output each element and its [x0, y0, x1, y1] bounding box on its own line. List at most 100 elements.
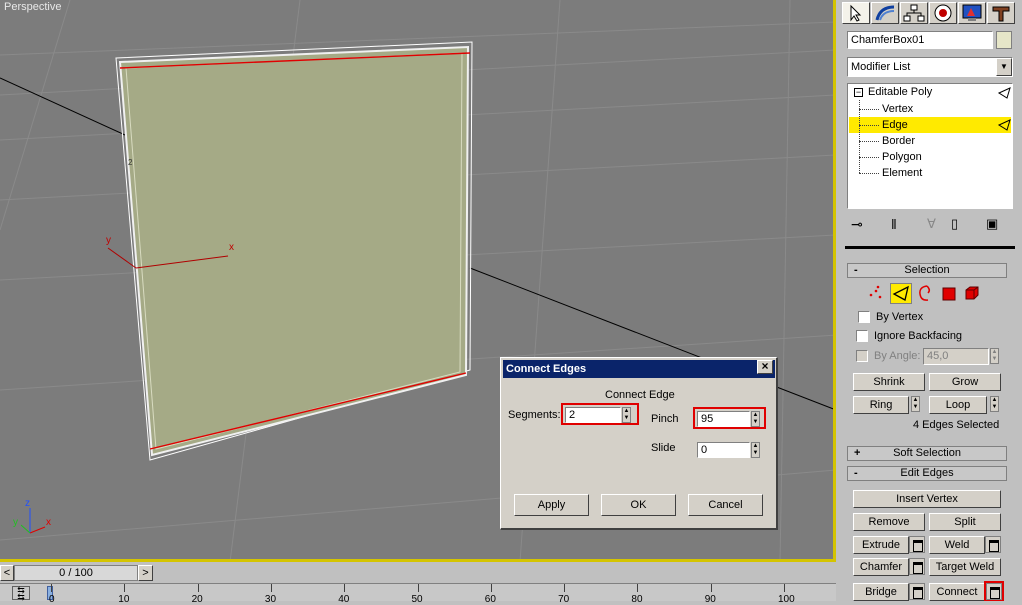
weld-settings-icon[interactable]: [985, 536, 1001, 553]
modifier-stack: − Editable Poly Vertex Edge Border Polygon El…: [847, 83, 1013, 209]
make-unique-icon[interactable]: ∀: [927, 216, 936, 232]
selection-rollout-header[interactable]: - Selection: [847, 263, 1007, 278]
tree-line: [859, 109, 879, 110]
pinch-label: Pinch: [651, 413, 679, 425]
edge-mode-icon[interactable]: [890, 283, 912, 304]
pin-stack-icon[interactable]: ⊸: [851, 216, 863, 233]
connect-button[interactable]: Connect: [929, 583, 985, 601]
create-tab-icon[interactable]: [842, 2, 870, 24]
by-angle-label: By Angle:: [874, 350, 921, 362]
segments-input[interactable]: 2: [565, 407, 621, 423]
slide-input[interactable]: 0: [697, 442, 750, 458]
polygon-mode-icon[interactable]: [940, 285, 958, 303]
grow-button[interactable]: Grow: [929, 373, 1001, 391]
timeline-tick-label: 10: [118, 594, 130, 605]
chevron-down-icon[interactable]: ▼: [996, 58, 1012, 76]
tree-line: [859, 157, 879, 158]
ring-button[interactable]: Ring: [853, 396, 909, 414]
timeline-tick-mark: [344, 584, 346, 592]
gizmo-x-label: x: [229, 242, 234, 253]
by-angle-checkbox[interactable]: [856, 350, 868, 362]
collapse-icon[interactable]: −: [854, 88, 863, 97]
shrink-button[interactable]: Shrink: [853, 373, 925, 391]
connect-edge-group-label: Connect Edge: [605, 389, 675, 401]
by-vertex-checkbox[interactable]: [858, 311, 870, 323]
modify-tab-icon[interactable]: [871, 2, 899, 24]
pinch-input[interactable]: 95: [697, 411, 750, 427]
stack-root-label: Editable Poly: [868, 86, 933, 98]
timeline-tick-mark: [417, 584, 419, 592]
by-vertex-label: By Vertex: [876, 311, 924, 323]
apply-button[interactable]: Apply: [514, 494, 589, 516]
bridge-button[interactable]: Bridge: [853, 583, 909, 601]
ignore-backfacing-checkbox[interactable]: [856, 330, 868, 342]
object-name-field[interactable]: ChamferBox01: [847, 31, 993, 49]
gizmo-y-label: y: [106, 235, 111, 246]
track-bar-key-icon[interactable]: ⇆ ⇆: [12, 586, 30, 602]
object-color-swatch[interactable]: [996, 31, 1012, 49]
plane-object[interactable]: [118, 45, 470, 457]
cancel-button[interactable]: Cancel: [688, 494, 763, 516]
element-mode-icon[interactable]: [963, 284, 981, 302]
motion-tab-icon[interactable]: [929, 2, 957, 24]
time-slider[interactable]: 0 / 100: [14, 565, 138, 581]
by-angle-input[interactable]: 45,0: [923, 348, 989, 365]
timeline-tick-mark: [490, 584, 492, 592]
timeline-tick-label: 90: [704, 594, 716, 605]
stack-root-editable-poly[interactable]: − Editable Poly: [854, 85, 932, 100]
stack-item-label: Border: [882, 135, 916, 147]
world-z-label: z: [25, 498, 30, 509]
ring-spinner[interactable]: ▲ ▼: [911, 396, 920, 412]
stack-item-element[interactable]: Element: [849, 165, 1011, 181]
connect-settings-icon[interactable]: [986, 583, 1002, 600]
selection-status: 4 Edges Selected: [913, 419, 1000, 431]
timeline-tick-mark: [270, 584, 272, 592]
target-weld-button[interactable]: Target Weld: [929, 558, 1001, 576]
timeline-tick-label: 20: [191, 594, 203, 605]
utilities-tab-icon[interactable]: [987, 2, 1015, 24]
timeline-tick-mark: [710, 584, 712, 592]
world-y-label: y: [13, 517, 18, 528]
loop-spinner[interactable]: ▲ ▼: [990, 396, 999, 412]
subobject-active-icon: [998, 119, 1011, 131]
ignore-backfacing-label: Ignore Backfacing: [874, 330, 963, 342]
edge-number: 2: [128, 158, 133, 167]
slide-spinner[interactable]: ▲ ▼: [751, 442, 760, 458]
modifier-list-dropdown[interactable]: Modifier List ▼: [847, 57, 1013, 77]
extrude-button[interactable]: Extrude: [853, 536, 909, 554]
world-axis-line: [0, 77, 137, 141]
segments-spinner[interactable]: ▲ ▼: [622, 407, 631, 423]
time-prev-button[interactable]: <: [0, 565, 14, 581]
chamfer-settings-icon[interactable]: [909, 558, 925, 575]
extrude-settings-icon[interactable]: [909, 536, 925, 553]
chamfer-button[interactable]: Chamfer: [853, 558, 909, 576]
timeline-tick-mark: [197, 584, 199, 592]
by-angle-spinner[interactable]: ▲ ▼: [990, 348, 999, 364]
configure-modifier-sets-icon[interactable]: ▣: [986, 216, 998, 232]
close-icon[interactable]: ×: [757, 360, 773, 374]
stack-item-border[interactable]: Border: [849, 133, 1011, 149]
loop-button[interactable]: Loop: [929, 396, 987, 414]
stack-item-edge[interactable]: Edge: [849, 117, 1011, 133]
remove-modifier-icon[interactable]: ▯: [951, 216, 958, 232]
vertex-mode-icon[interactable]: [867, 283, 885, 303]
display-tab-icon[interactable]: [958, 2, 986, 24]
timeline-tick-label: 100: [778, 594, 795, 605]
soft-selection-rollout-header[interactable]: + Soft Selection: [847, 446, 1007, 461]
ok-button[interactable]: OK: [601, 494, 676, 516]
weld-button[interactable]: Weld: [929, 536, 985, 554]
edit-edges-rollout-header[interactable]: - Edit Edges: [847, 466, 1007, 481]
pinch-spinner[interactable]: ▲ ▼: [751, 411, 760, 427]
hierarchy-tab-icon[interactable]: [900, 2, 928, 24]
split-button[interactable]: Split: [929, 513, 1001, 531]
time-next-button[interactable]: >: [138, 565, 153, 581]
timeline-tick-mark: [51, 584, 52, 592]
stack-item-polygon[interactable]: Polygon: [849, 149, 1011, 165]
bridge-settings-icon[interactable]: [909, 583, 925, 600]
stack-item-vertex[interactable]: Vertex: [849, 101, 1011, 117]
remove-button[interactable]: Remove: [853, 513, 925, 531]
insert-vertex-button[interactable]: Insert Vertex: [853, 490, 1001, 508]
border-mode-icon[interactable]: [916, 283, 934, 303]
show-end-result-icon[interactable]: ǁ: [891, 216, 897, 232]
tree-line: [859, 141, 879, 142]
